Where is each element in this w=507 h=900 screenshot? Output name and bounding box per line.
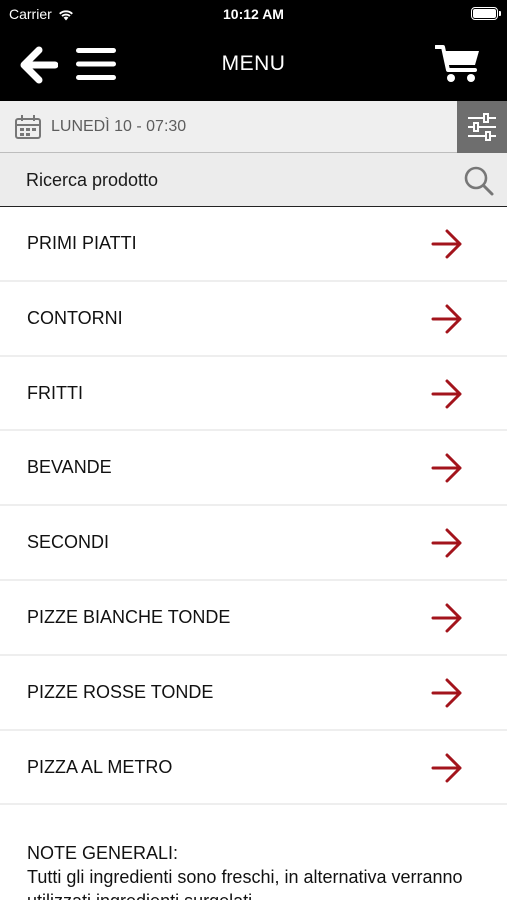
category-item-bevande[interactable]: BEVANDE — [0, 431, 507, 507]
notes-heading: NOTE GENERALI: — [27, 843, 179, 863]
category-label: CONTORNI — [27, 307, 123, 328]
arrow-right-icon — [431, 528, 462, 558]
category-label: FRITTI — [27, 382, 83, 403]
category-item-pizze-bianche-tonde[interactable]: PIZZE BIANCHE TONDE — [0, 580, 507, 656]
search-icon[interactable] — [463, 165, 495, 197]
category-item-secondi[interactable]: SECONDI — [0, 506, 507, 581]
battery-icon — [471, 7, 501, 20]
notes-text: Tutti gli ingredienti sono freschi, in a… — [27, 867, 463, 900]
category-item-pizze-rosse-tonde[interactable]: PIZZE ROSSE TONDE — [0, 655, 507, 731]
category-item-pizza-al-metro[interactable]: PIZZA AL METRO — [0, 730, 507, 806]
search-input[interactable] — [26, 168, 426, 192]
category-item-fritti[interactable]: FRITTI — [0, 356, 507, 432]
category-label: PIZZE BIANCHE TONDE — [27, 606, 231, 627]
page-title: MENU — [221, 52, 286, 75]
nav-bar: MENU — [0, 28, 507, 101]
arrow-right-icon — [431, 304, 462, 334]
arrow-right-icon — [431, 453, 462, 483]
product-search-bar — [0, 153, 507, 207]
calendar-icon — [15, 115, 41, 139]
arrow-right-icon — [431, 379, 462, 409]
category-item-primi-piatti[interactable]: PRIMI PIATTI — [0, 207, 507, 282]
category-list: PRIMI PIATTI CONTORNI FRITTI BEVANDE SEC… — [0, 207, 507, 806]
status-bar: Carrier 10:12 AM — [0, 0, 507, 28]
delivery-date-label: LUNEDÌ 10 - 07:30 — [51, 118, 187, 135]
shopping-cart-icon[interactable] — [435, 44, 481, 84]
filter-button[interactable] — [457, 101, 507, 153]
category-label: PIZZE ROSSE TONDE — [27, 681, 214, 702]
arrow-right-icon — [431, 678, 462, 708]
arrow-right-icon — [431, 753, 462, 783]
general-notes: NOTE GENERALI: Tutti gli ingredienti son… — [0, 805, 507, 900]
status-time: 10:12 AM — [223, 6, 284, 22]
delivery-date-bar[interactable]: LUNEDÌ 10 - 07:30 — [0, 101, 507, 153]
arrow-right-icon — [431, 603, 462, 633]
category-label: PRIMI PIATTI — [27, 233, 137, 253]
arrow-right-icon — [431, 229, 462, 259]
category-label: BEVANDE — [27, 457, 112, 478]
category-item-contorni[interactable]: CONTORNI — [0, 281, 507, 357]
sliders-icon — [468, 113, 496, 141]
category-label: SECONDI — [27, 532, 110, 553]
category-label: PIZZA AL METRO — [27, 756, 173, 777]
